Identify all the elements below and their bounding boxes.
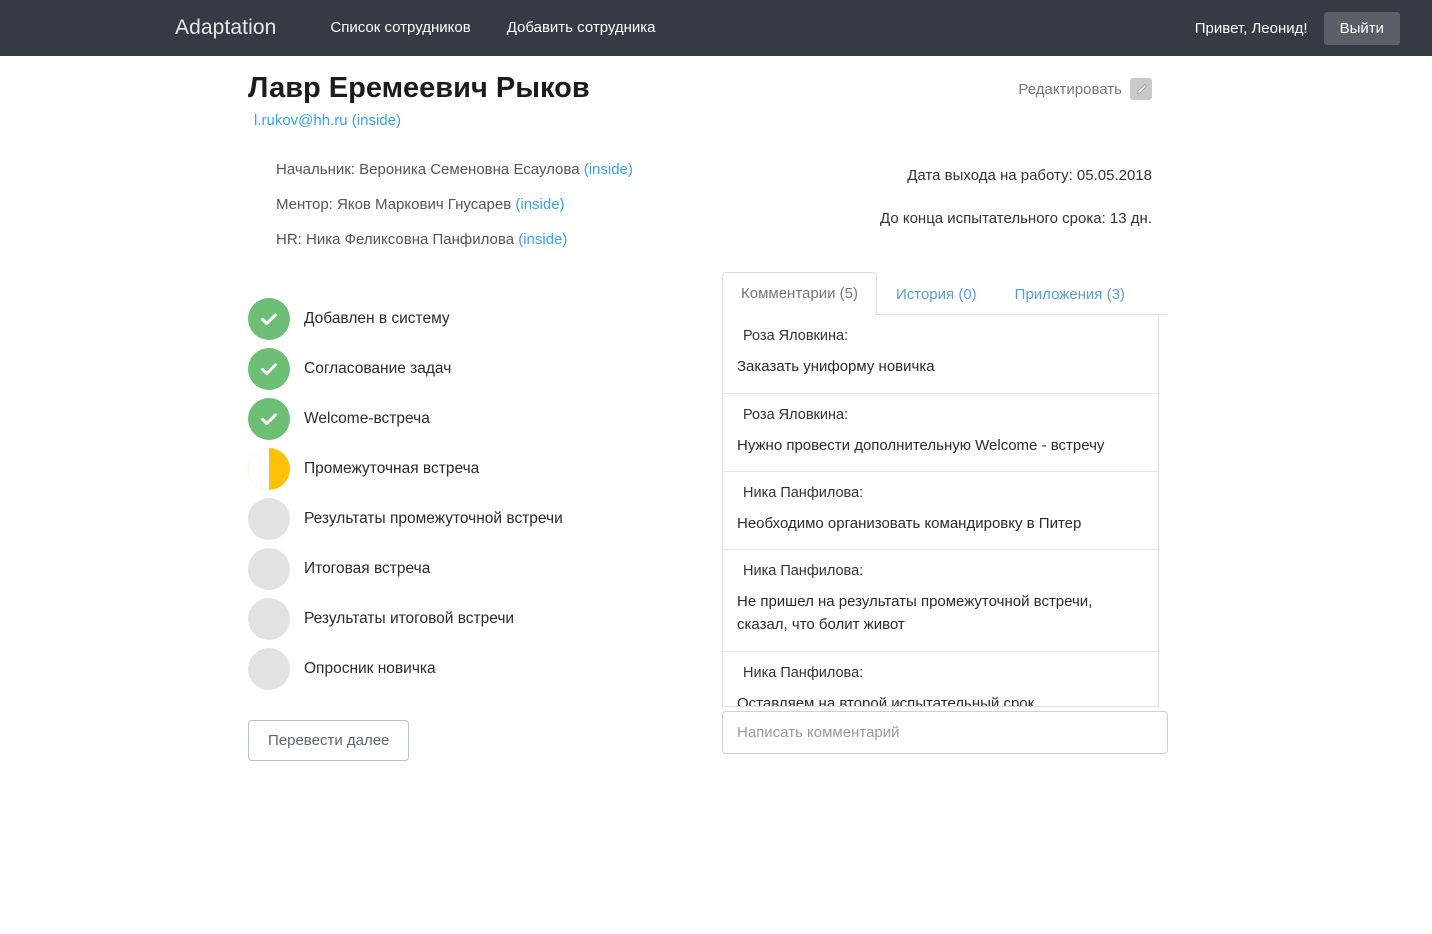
- greeting-text: Привет, Леонид!: [1195, 20, 1308, 37]
- comment-input[interactable]: [722, 711, 1168, 754]
- profile-title-block: Лавр Еремеевич Рыков l.rukov@hh.ru (insi…: [248, 70, 1018, 129]
- mentor-inside-link[interactable]: (inside): [515, 196, 564, 213]
- page-body: Лавр Еремеевич Рыков l.rukov@hh.ru (insi…: [0, 56, 1432, 761]
- adaptation-steps-list: Добавлен в систему Согласование задач We…: [248, 272, 714, 761]
- advance-stage-button[interactable]: Перевести далее: [248, 720, 409, 761]
- comment-author: Ника Панфилова:: [737, 485, 1144, 501]
- step-label: Промежуточная встреча: [304, 460, 479, 478]
- hr-row: HR: Ника Феликсовна Панфилова (inside): [276, 231, 722, 248]
- step-item[interactable]: Опросник новичка: [248, 644, 714, 694]
- comment-author: Ника Панфилова:: [737, 665, 1144, 681]
- manager-inside-link[interactable]: (inside): [584, 161, 633, 178]
- check-circle-icon: [248, 348, 290, 390]
- logout-button[interactable]: Выйти: [1324, 12, 1400, 45]
- step-label: Добавлен в систему: [304, 310, 450, 328]
- half-circle-in-progress-icon: [248, 448, 290, 490]
- main-content: Добавлен в систему Согласование задач We…: [0, 272, 1432, 761]
- mentor-text: Ментор: Яков Маркович Гнусарев: [276, 196, 511, 213]
- empty-circle-icon: [248, 648, 290, 690]
- edit-profile-label: Редактировать: [1018, 81, 1122, 98]
- page-title: Лавр Еремеевич Рыков: [248, 70, 1018, 106]
- comment-item: Ника Панфилова: Не пришел на результаты …: [723, 550, 1158, 652]
- responsible-people-block: Начальник: Вероника Семеновна Есаулова (…: [276, 161, 722, 266]
- comment-text: Необходимо организовать командировку в П…: [737, 512, 1144, 535]
- comment-text: Оставляем на второй испытательный срок: [737, 692, 1144, 708]
- step-label: Результаты промежуточной встречи: [304, 510, 563, 528]
- step-label: Итоговая встреча: [304, 560, 430, 578]
- empty-circle-icon: [248, 498, 290, 540]
- hr-inside-link[interactable]: (inside): [518, 231, 567, 248]
- check-circle-icon: [248, 398, 290, 440]
- comments-panel: Роза Яловкина: Заказать униформу новичка…: [722, 315, 1168, 754]
- manager-row: Начальник: Вероника Семеновна Есаулова (…: [276, 161, 722, 178]
- tab-attachments[interactable]: Приложения (3): [996, 273, 1144, 315]
- step-item[interactable]: Результаты промежуточной встречи: [248, 494, 714, 544]
- step-item[interactable]: Результаты итоговой встречи: [248, 594, 714, 644]
- pencil-icon[interactable]: [1130, 78, 1152, 100]
- comment-item: Ника Панфилова: Оставляем на второй испы…: [723, 652, 1158, 708]
- nav-item-add-employee[interactable]: Добавить сотрудника: [489, 0, 674, 56]
- brand-logo[interactable]: Adaptation: [175, 16, 276, 40]
- profile-header: Лавр Еремеевич Рыков l.rukov@hh.ru (insi…: [0, 56, 1432, 129]
- step-item[interactable]: Согласование задач: [248, 344, 714, 394]
- step-label: Опросник новичка: [304, 660, 436, 678]
- comment-author: Роза Яловкина:: [737, 328, 1144, 344]
- email-line: l.rukov@hh.ru (inside): [248, 112, 1018, 129]
- step-item[interactable]: Добавлен в систему: [248, 294, 714, 344]
- start-date-text: Дата выхода на работу: 05.05.2018: [722, 167, 1152, 184]
- step-item[interactable]: Welcome-встреча: [248, 394, 714, 444]
- comment-item: Роза Яловкина: Нужно провести дополнител…: [723, 394, 1158, 472]
- panel-tabs: Комментарии (5) История (0) Приложения (…: [722, 272, 1168, 315]
- hr-text: HR: Ника Феликсовна Панфилова: [276, 231, 514, 248]
- check-circle-icon: [248, 298, 290, 340]
- comment-text: Не пришел на результаты промежуточной вс…: [737, 590, 1144, 637]
- step-item[interactable]: Промежуточная встреча: [248, 444, 714, 494]
- step-label: Результаты итоговой встречи: [304, 610, 514, 628]
- employee-email-link[interactable]: l.rukov@hh.ru: [254, 112, 348, 129]
- comment-item: Ника Панфилова: Необходимо организовать …: [723, 472, 1158, 550]
- comment-item: Роза Яловкина: Заказать униформу новичка: [723, 315, 1158, 393]
- tab-comments[interactable]: Комментарии (5): [722, 272, 877, 315]
- comments-list[interactable]: Роза Яловкина: Заказать униформу новичка…: [722, 315, 1159, 707]
- step-label: Согласование задач: [304, 360, 451, 378]
- comment-text: Заказать униформу новичка: [737, 355, 1144, 378]
- edit-profile-button[interactable]: Редактировать: [1018, 78, 1152, 100]
- employee-email-inside-link[interactable]: (inside): [352, 112, 401, 129]
- nav-item-employee-list[interactable]: Список сотрудников: [312, 0, 488, 56]
- comment-author: Ника Панфилова:: [737, 563, 1144, 579]
- probation-remaining-text: До конца испытательного срока: 13 дн.: [722, 210, 1152, 227]
- navbar-right-group: Привет, Леонид! Выйти: [1195, 12, 1416, 45]
- info-section: Начальник: Вероника Семеновна Есаулова (…: [0, 161, 1432, 266]
- top-navbar: Adaptation Список сотрудников Добавить с…: [0, 0, 1432, 56]
- dates-block: Дата выхода на работу: 05.05.2018 До кон…: [722, 161, 1152, 266]
- manager-text: Начальник: Вероника Семеновна Есаулова: [276, 161, 580, 178]
- empty-circle-icon: [248, 598, 290, 640]
- mentor-row: Ментор: Яков Маркович Гнусарев (inside): [276, 196, 722, 213]
- comment-text: Нужно провести дополнительную Welcome - …: [737, 434, 1144, 457]
- step-item[interactable]: Итоговая встреча: [248, 544, 714, 594]
- empty-circle-icon: [248, 548, 290, 590]
- side-panel: Комментарии (5) История (0) Приложения (…: [714, 272, 1168, 754]
- tab-history[interactable]: История (0): [877, 273, 996, 315]
- comment-author: Роза Яловкина:: [737, 407, 1144, 423]
- step-label: Welcome-встреча: [304, 410, 430, 428]
